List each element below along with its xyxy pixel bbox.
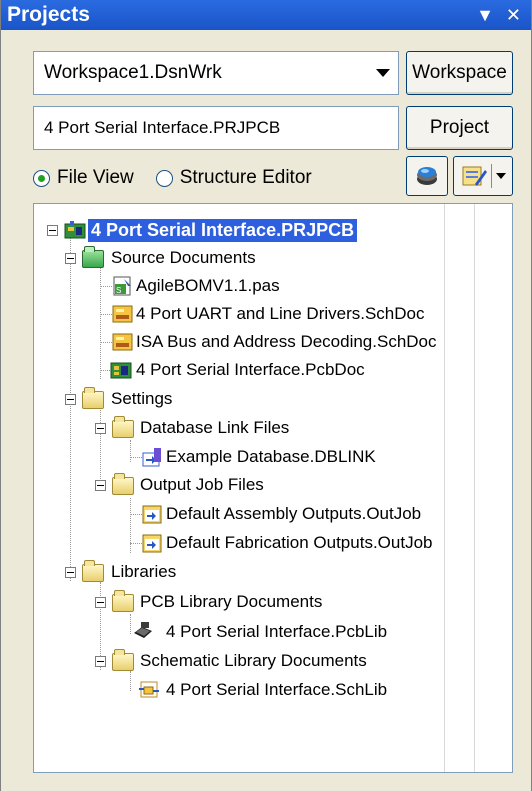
structure-editor-label: Structure Editor <box>179 167 312 188</box>
edit-document-icon <box>462 166 487 186</box>
tree-item[interactable]: Libraries <box>34 557 512 587</box>
schematic-doc-icon <box>112 305 133 323</box>
workspace-combobox-value: Workspace1.DsnWrk <box>44 62 222 83</box>
collapse-icon[interactable] <box>47 224 58 236</box>
svg-text:S: S <box>116 286 121 295</box>
tree-item[interactable]: S AgileBOMV1.1.pas <box>34 271 512 301</box>
chevron-down-icon[interactable] <box>368 53 398 93</box>
tree-item[interactable]: Default Fabrication Outputs.OutJob <box>34 528 512 558</box>
folder-icon <box>112 416 134 438</box>
collapse-icon[interactable] <box>65 252 76 264</box>
schematic-doc-icon <box>112 333 133 351</box>
panel-title: Projects <box>7 3 90 26</box>
stack-icon <box>417 167 437 185</box>
panel-menu-icon[interactable]: ▼ <box>476 6 494 24</box>
workspace-combobox[interactable]: Workspace1.DsnWrk <box>33 51 399 95</box>
panel-titlebar[interactable]: Projects ▼ ✕ <box>1 0 531 30</box>
tree-item[interactable]: PCB Library Documents <box>34 587 512 617</box>
collapse-icon[interactable] <box>95 655 106 667</box>
collapse-icon[interactable] <box>95 596 106 608</box>
project-tree[interactable]: 4 Port Serial Interface.PRJPCB Source Do… <box>33 203 513 773</box>
pcblib-file-icon <box>134 622 152 638</box>
tree-item[interactable]: 4 Port UART and Line Drivers.SchDoc <box>34 299 512 329</box>
dblink-file-icon <box>142 448 161 467</box>
collapse-icon[interactable] <box>65 566 76 578</box>
outjob-file-icon <box>142 534 162 553</box>
workspace-button[interactable]: Workspace <box>406 51 513 95</box>
radio-unchecked-icon <box>155 169 173 187</box>
tree-item[interactable]: Source Documents <box>34 243 512 273</box>
pcb-doc-icon <box>110 362 132 379</box>
tree-item[interactable]: Database Link Files <box>34 413 512 443</box>
view-mode-group: File View Structure Editor <box>33 163 334 193</box>
compile-settings-button[interactable] <box>406 156 448 196</box>
structure-editor-radio[interactable]: Structure Editor <box>155 167 312 189</box>
folder-icon <box>112 649 134 671</box>
folder-icon <box>82 246 104 268</box>
project-button[interactable]: Project <box>406 106 513 150</box>
tree-item[interactable]: 4 Port Serial Interface.PRJPCB <box>34 215 512 245</box>
tree-item[interactable]: 4 Port Serial Interface.PcbLib <box>34 617 512 647</box>
folder-icon <box>112 473 134 495</box>
tree-item[interactable]: Schematic Library Documents <box>34 646 512 676</box>
folder-icon <box>112 590 134 612</box>
document-options-button[interactable] <box>453 156 513 196</box>
folder-icon <box>82 387 104 409</box>
project-field[interactable]: 4 Port Serial Interface.PRJPCB <box>33 106 399 150</box>
projects-panel: Projects ▼ ✕ Workspace1.DsnWrk Workspace… <box>0 0 532 791</box>
file-view-label: File View <box>57 167 134 188</box>
schlib-file-icon <box>139 681 159 698</box>
tree-item[interactable]: Example Database.DBLINK <box>34 442 512 472</box>
collapse-icon[interactable] <box>95 479 106 491</box>
pcb-project-icon <box>64 221 86 239</box>
chevron-down-icon[interactable] <box>495 173 506 179</box>
tree-item[interactable]: 4 Port Serial Interface.PcbDoc <box>34 355 512 385</box>
tree-item[interactable]: Default Assembly Outputs.OutJob <box>34 499 512 529</box>
close-icon[interactable]: ✕ <box>506 6 521 24</box>
tree-item[interactable]: 4 Port Serial Interface.SchLib <box>34 675 512 705</box>
tree-item[interactable]: Settings <box>34 384 512 414</box>
collapse-icon[interactable] <box>65 393 76 405</box>
tree-item[interactable]: Output Job Files <box>34 470 512 500</box>
script-file-icon: S <box>113 276 131 296</box>
outjob-file-icon <box>142 505 162 524</box>
tree-item[interactable]: ISA Bus and Address Decoding.SchDoc <box>34 327 512 357</box>
radio-checked-icon <box>33 169 50 187</box>
folder-icon <box>82 560 104 582</box>
collapse-icon[interactable] <box>95 422 106 434</box>
file-view-radio[interactable]: File View <box>33 167 134 189</box>
